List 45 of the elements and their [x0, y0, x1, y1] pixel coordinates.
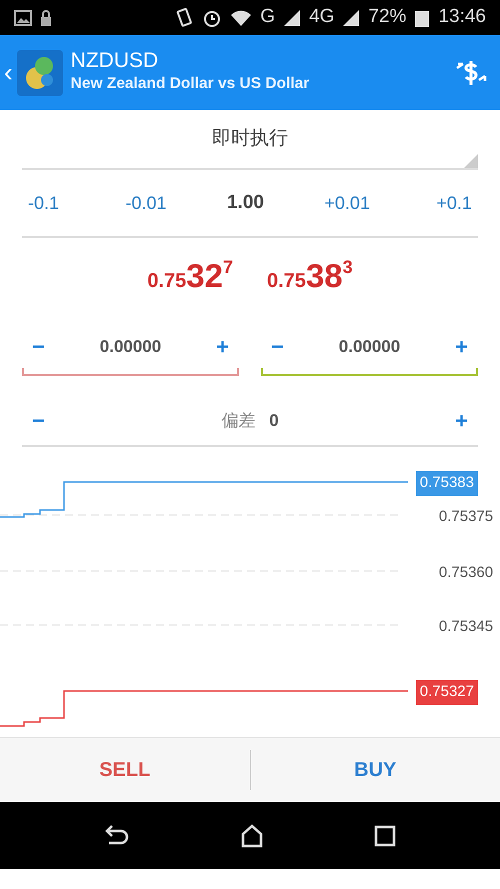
volume-step-button[interactable]: +0.1 [430, 190, 478, 216]
axis-label: 0.75375 [438, 508, 494, 525]
image-icon [14, 10, 32, 26]
minus-button[interactable]: − [261, 336, 294, 358]
volume-step-button[interactable]: -0.01 [119, 190, 173, 216]
stop-loss-field[interactable]: − 0.00000 + [22, 334, 239, 376]
sell-button[interactable]: SELL [0, 738, 250, 802]
plus-button[interactable]: + [445, 336, 478, 358]
quote-price: 0.7532$^{7}$ [147, 256, 233, 296]
signal-icon [342, 8, 360, 26]
app-logo-icon [16, 50, 63, 96]
deviation-value[interactable]: 0 [269, 408, 279, 434]
plus-button[interactable]: + [445, 410, 478, 432]
signal-icon [283, 8, 302, 26]
network-label: G [260, 5, 276, 30]
deviation-label: 偏差 [221, 410, 256, 432]
battery-label: 72% [368, 5, 406, 30]
axis-label: 0.75345 [438, 618, 494, 635]
buy-button[interactable]: BUY [250, 738, 500, 802]
home-icon[interactable] [240, 824, 263, 848]
quote-price: 0.7538$^{3}$ [267, 256, 353, 296]
price-tag: 0.75383 [416, 471, 478, 496]
vibrate-icon [174, 8, 194, 28]
plus-button[interactable]: + [206, 336, 239, 358]
execution-dropdown[interactable]: 即时执行 [22, 110, 478, 170]
field-value: 0.00000 [100, 336, 162, 358]
take-profit-field[interactable]: − 0.00000 + [261, 334, 478, 376]
volume-step-button[interactable]: -0.1 [22, 190, 66, 216]
volume-value[interactable]: 1.00 [226, 188, 264, 218]
clock-time: 13:46 [438, 5, 486, 30]
back-icon[interactable] [104, 824, 130, 846]
volume-step-button[interactable]: +0.01 [318, 190, 376, 216]
minus-button[interactable]: − [22, 410, 55, 432]
price-tag: 0.75327 [416, 680, 478, 704]
dropdown-corner-icon [464, 154, 478, 168]
back-button[interactable]: ‹ [4, 50, 63, 96]
minus-button[interactable]: − [22, 336, 55, 358]
symbol-description: New Zealand Dollar vs US Dollar [70, 74, 310, 94]
symbol-title: NZDUSD [70, 49, 160, 72]
network-label: 4G [309, 5, 334, 30]
recent-apps-icon[interactable] [374, 824, 396, 846]
axis-label: 0.75360 [438, 564, 494, 581]
field-value: 0.00000 [338, 336, 400, 358]
wifi-icon [230, 8, 252, 26]
lock-icon [40, 10, 52, 26]
